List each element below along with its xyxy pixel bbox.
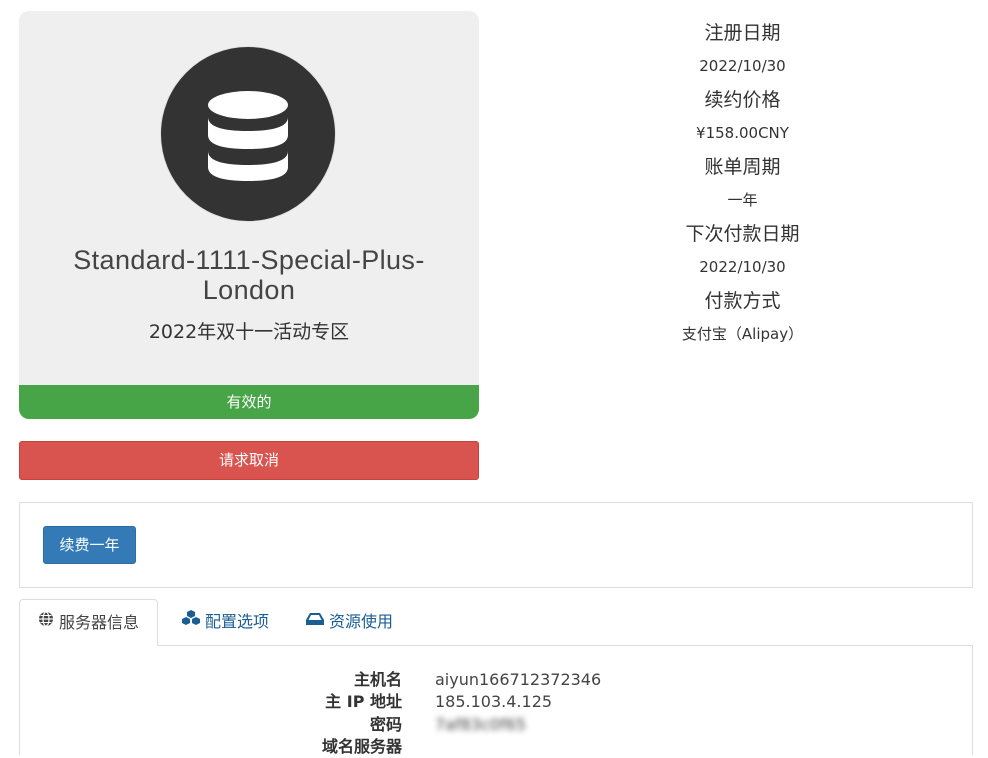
database-icon [208,91,288,181]
billing-cycle-value: 一年 [727,191,758,209]
tab-resource-usage[interactable]: 资源使用 [288,599,411,646]
globe-icon [38,599,54,644]
renew-one-year-button[interactable]: 续费一年 [43,526,136,564]
product-header: Standard-1111-Special-Plus-London 2022年双… [19,11,479,385]
payment-method-value: 支付宝（Alipay） [681,325,804,343]
register-date-value: 2022/10/30 [699,57,786,75]
tab-config-options[interactable]: 配置选项 [164,599,287,646]
renew-panel: 续费一年 [19,502,973,588]
product-card: Standard-1111-Special-Plus-London 2022年双… [19,11,479,419]
tab-bar: 服务器信息 配置选项 资源使用 [19,599,973,646]
ip-value: 185.103.4.125 [435,692,553,711]
renew-price-label: 续约价格 [704,89,781,111]
next-due-date-label: 下次付款日期 [685,223,800,245]
ip-label: 主 IP 地址 [325,692,402,711]
drive-icon [306,598,324,643]
next-due-date-value: 2022/10/30 [699,258,786,276]
password-value: 7af83c0f65 [435,715,526,734]
billing-info: 注册日期 2022/10/30 续约价格 ¥158.00CNY 账单周期 一年 … [600,18,885,353]
product-name: Standard-1111-Special-Plus-London [73,245,425,305]
hostname-value: aiyun166712372346 [435,670,602,689]
info-row-ip: 主 IP 地址 185.103.4.125 [20,691,974,713]
billing-cycle-label: 账单周期 [704,156,781,178]
product-group: 2022年双十一活动专区 [148,321,350,343]
status-badge: 有效的 [19,385,479,419]
tab-config-options-label: 配置选项 [205,612,270,631]
register-date-label: 注册日期 [704,22,781,44]
tab-resource-usage-label: 资源使用 [329,612,394,631]
info-row-hostname: 主机名 aiyun166712372346 [20,669,974,691]
server-info-panel: 主机名 aiyun166712372346 主 IP 地址 185.103.4.… [19,645,974,758]
cubes-icon [182,598,200,643]
info-row-nameservers: 域名服务器 [20,736,974,758]
info-row-password: 密码 7af83c0f65 [20,714,974,736]
request-cancel-button[interactable]: 请求取消 [19,441,479,480]
payment-method-label: 付款方式 [704,290,781,312]
renew-price-value: ¥158.00CNY [696,124,789,142]
password-label: 密码 [369,715,402,734]
nameservers-label: 域名服务器 [321,737,402,756]
hostname-label: 主机名 [353,670,402,689]
product-icon-circle [161,47,335,221]
tab-server-info[interactable]: 服务器信息 [19,599,159,646]
tab-server-info-label: 服务器信息 [59,613,140,632]
